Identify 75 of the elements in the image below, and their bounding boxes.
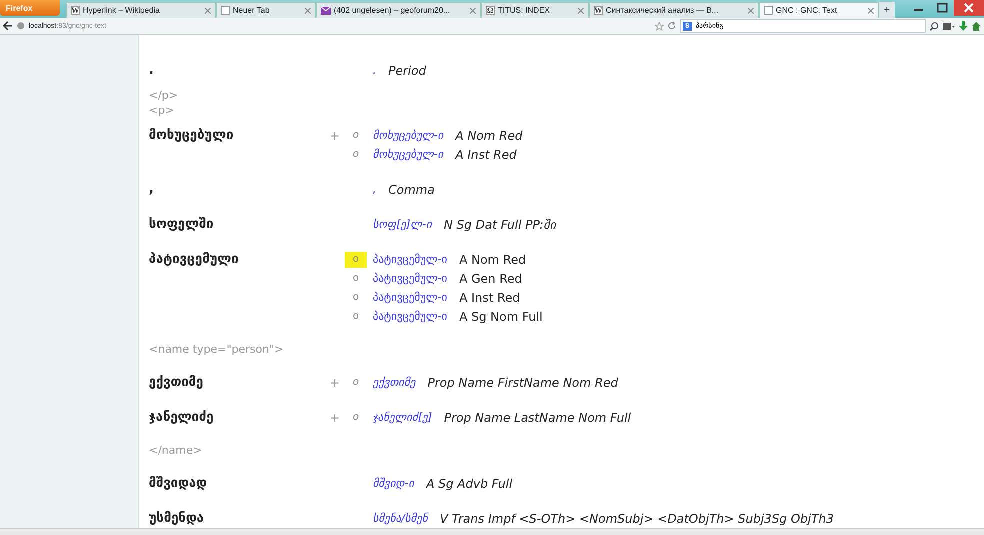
reload-icon[interactable] (668, 22, 676, 30)
close-icon[interactable] (748, 8, 754, 14)
download-icon[interactable] (959, 21, 968, 31)
lemma-link[interactable]: . (373, 64, 376, 77)
new-tab-button[interactable]: + (879, 2, 895, 18)
browser-tab[interactable]: W Синтаксический анализ — В... (589, 2, 759, 18)
browser-tab[interactable]: Ω TITUS: INDEX (481, 2, 589, 18)
analysis-marker[interactable]: o (345, 290, 367, 306)
grammar-features: N Sg Dat Full PP:ში (444, 218, 556, 232)
lemma-link[interactable]: სოფ[ე]ლ-ი (373, 218, 432, 231)
site-icon: W (71, 6, 80, 15)
browser-tab[interactable]: W Hyperlink – Wikipedia (66, 2, 216, 18)
page-icon (764, 6, 773, 15)
lemma-link[interactable]: ექვთიმე (373, 376, 416, 389)
site-icon: Ω (486, 6, 495, 15)
analysis-marker[interactable]: o (345, 308, 367, 324)
markup-tag: </p> (149, 88, 984, 103)
word-form: ექვთიმე (149, 374, 205, 392)
grammar-features: A Sg Advb Full (426, 476, 513, 490)
grammar-features: A Inst Red (459, 290, 520, 304)
envelope-icon (321, 6, 331, 14)
close-icon[interactable] (205, 8, 211, 14)
grammar-features: Prop Name LastName Nom Full (444, 410, 632, 424)
grammar-features: A Nom Red (456, 128, 523, 142)
home-icon[interactable] (972, 22, 981, 30)
browser-tab[interactable]: (402 ungelesen) – geoforum20... (316, 2, 481, 18)
markup-tag: <p> (149, 103, 984, 118)
word-form: მოხუცებული (149, 127, 235, 145)
lemma-link[interactable]: პატივცემულ-ი (373, 291, 448, 304)
horizontal-scrollbar[interactable] (0, 528, 984, 535)
grammar-features: Period (388, 64, 426, 78)
analysis-marker[interactable]: o (345, 270, 367, 286)
analysis-marker[interactable]: o (345, 374, 367, 390)
site-icon: W (594, 6, 603, 15)
word-form: . (149, 62, 155, 80)
grammar-features: Prop Name FirstName Nom Red (428, 376, 618, 390)
lemma-link[interactable]: ჯანელიძ[ე] (373, 411, 432, 424)
markup-tag: <name type="person"> (149, 334, 984, 365)
close-icon[interactable] (954, 0, 984, 16)
grammar-features: Comma (388, 182, 435, 196)
lemma-link[interactable]: პატივცემულ-ი (373, 310, 448, 323)
grammar-features: A Inst Red (456, 148, 517, 162)
browser-tab[interactable]: Neuer Tab (216, 2, 316, 18)
lemma-link[interactable]: პატივცემულ-ი (373, 253, 448, 266)
browser-tab[interactable]: GNC : GNC: Text (759, 2, 879, 18)
markup-tag: </name> (149, 435, 984, 466)
analysis-marker[interactable]: o (345, 146, 367, 162)
lemma-link[interactable]: სმენა/სმენ (373, 512, 428, 525)
word-form: უსმენდა (149, 510, 206, 528)
word-form: ჯანელიძე (149, 409, 215, 427)
grammar-features: A Sg Nom Full (459, 310, 543, 324)
close-icon[interactable] (305, 8, 311, 14)
star-icon[interactable] (655, 22, 664, 30)
word-form: პატივცემული (149, 251, 240, 269)
grammar-features: A Nom Red (459, 252, 526, 266)
lemma-link[interactable]: მშვიდ-ი (373, 477, 414, 490)
lemma-link[interactable]: პატივცემულ-ი (373, 272, 448, 285)
word-form: მშვიდად (149, 475, 208, 493)
lemma-link[interactable]: , (373, 183, 376, 196)
page-icon (221, 6, 230, 15)
globe-icon (17, 22, 25, 30)
search-icon[interactable] (930, 22, 939, 30)
close-icon[interactable] (470, 8, 476, 14)
back-icon[interactable] (3, 21, 13, 31)
close-icon[interactable] (868, 8, 874, 14)
word-form: სოფელში (149, 216, 215, 234)
close-icon[interactable] (578, 8, 584, 14)
word-form: , (149, 181, 155, 199)
lemma-link[interactable]: მოხუცებულ-ი (373, 129, 444, 142)
bookmarks-icon[interactable] (943, 22, 955, 30)
analysis-marker[interactable]: o (345, 410, 367, 426)
grammar-features: A Gen Red (459, 272, 522, 286)
analysis-marker[interactable]: o (345, 128, 367, 144)
lemma-link[interactable]: მოხუცებულ-ი (373, 148, 444, 161)
grammar-features: V Trans Impf <S-OTh> <NomSubj> <DatObjTh> Subj3Sg ObjTh3 (440, 512, 834, 526)
